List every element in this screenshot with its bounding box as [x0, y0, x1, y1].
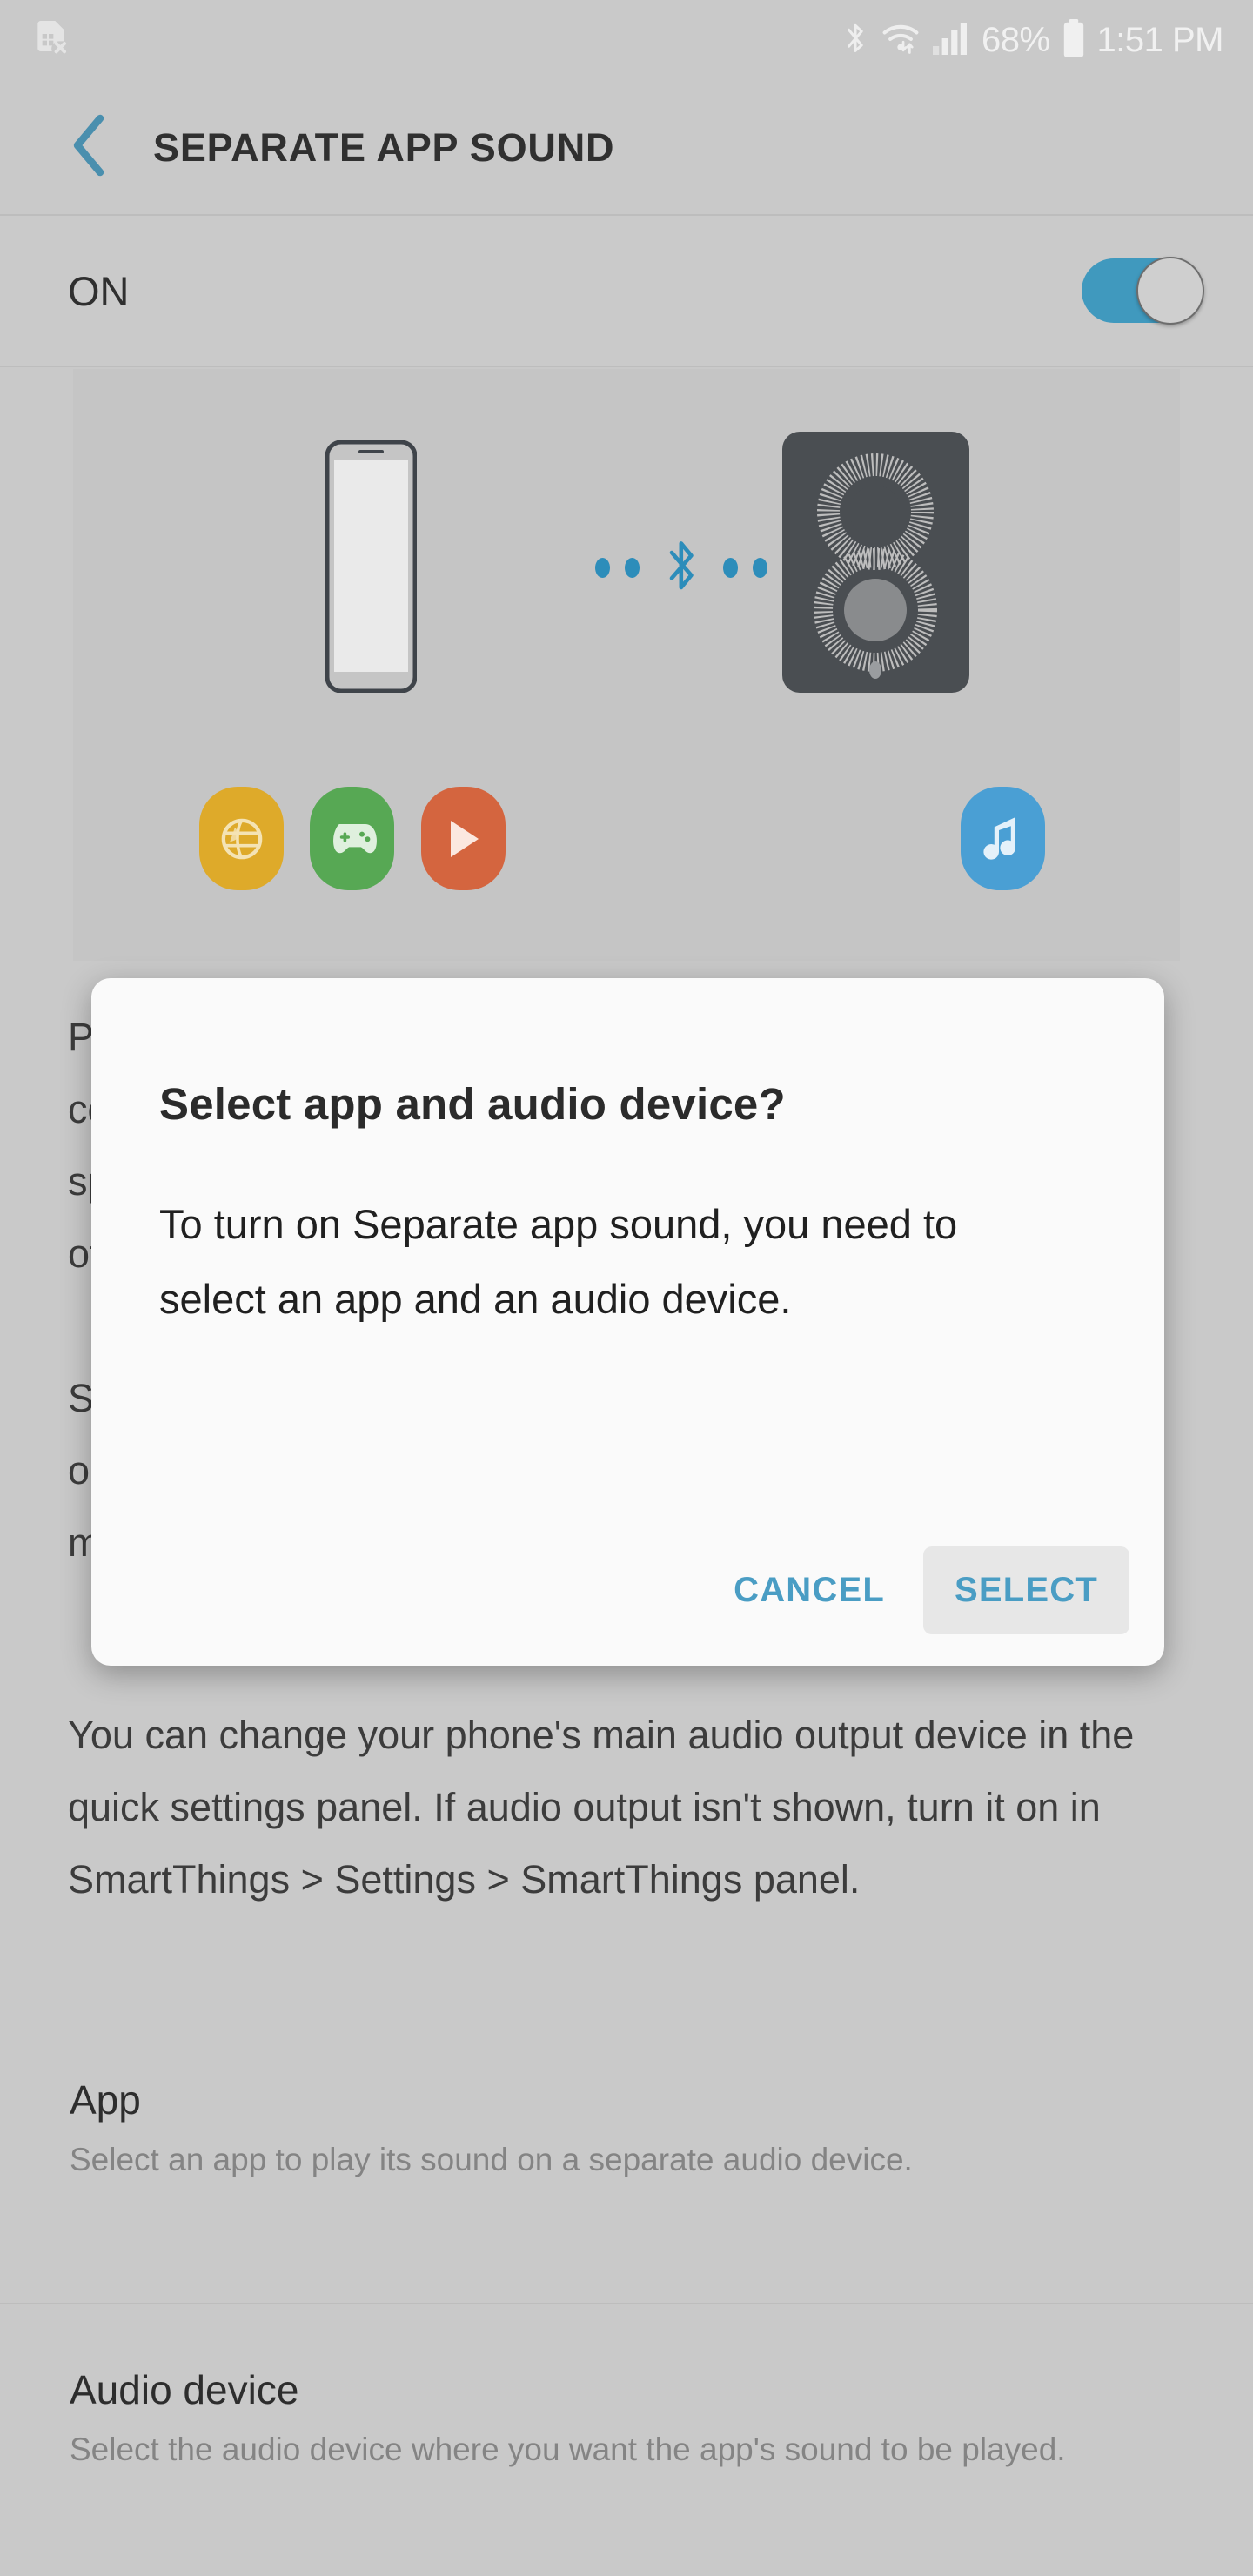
dialog-title: Select app and audio device?: [159, 1079, 786, 1129]
cancel-button[interactable]: CANCEL: [706, 1546, 913, 1634]
dialog-message: To turn on Separate app sound, you need …: [159, 1201, 958, 1322]
dialog-actions: CANCEL SELECT: [706, 1546, 1129, 1634]
dialog-scrim[interactable]: Select app and audio device? To turn on …: [0, 0, 1253, 2576]
select-button[interactable]: SELECT: [923, 1546, 1129, 1634]
confirmation-dialog: Select app and audio device? To turn on …: [91, 978, 1164, 1666]
phone-screen: 68% 1:51 PM SEPARATE APP SOUND ON on You…: [0, 0, 1253, 2576]
